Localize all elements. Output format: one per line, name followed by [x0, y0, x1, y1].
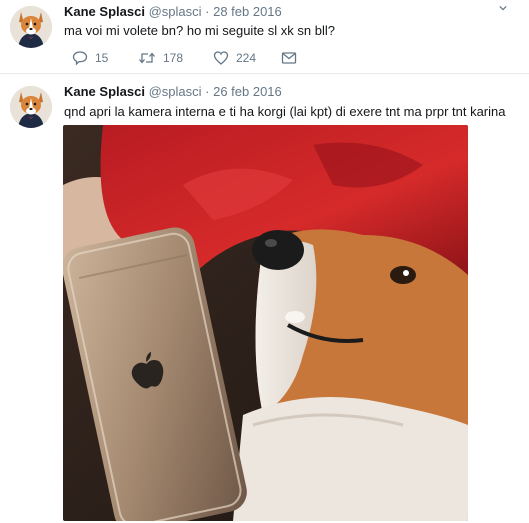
reply-icon: [72, 51, 88, 66]
envelope-icon: [281, 52, 297, 64]
separator-dot: ·: [205, 4, 210, 19]
tweet[interactable]: Kane Splasci @splasci · 28 feb 2016 ma v…: [0, 0, 529, 74]
tweet-date[interactable]: 28 feb 2016: [213, 4, 282, 19]
direct-message-button[interactable]: [281, 50, 297, 66]
chevron-down-icon[interactable]: [499, 4, 507, 12]
tweet[interactable]: Kane Splasci @splasci · 26 feb 2016 qnd …: [0, 74, 529, 523]
author-name[interactable]: Kane Splasci: [64, 84, 145, 99]
tweet-text: ma voi mi volete bn? ho mi seguite sl xk…: [64, 23, 335, 38]
tweet-date[interactable]: 26 feb 2016: [213, 84, 282, 99]
retweet-icon: [139, 52, 155, 64]
tweet-header: Kane Splasci @splasci · 26 feb 2016: [64, 84, 282, 99]
reply-button[interactable]: 15: [72, 50, 108, 66]
author-name[interactable]: Kane Splasci: [64, 4, 145, 19]
heart-icon: [213, 51, 229, 65]
tweet-text: qnd apri la kamera interna e ti ha korgi…: [64, 104, 506, 119]
tweet-photo[interactable]: [63, 125, 468, 521]
like-button[interactable]: 224: [213, 50, 256, 66]
reply-count: 15: [95, 51, 109, 65]
author-handle[interactable]: @splasci: [149, 4, 202, 19]
retweet-count: 178: [163, 51, 184, 65]
separator-dot: ·: [205, 84, 210, 99]
author-handle[interactable]: @splasci: [149, 84, 202, 99]
tweet-header: Kane Splasci @splasci · 28 feb 2016: [64, 4, 282, 19]
avatar[interactable]: [10, 86, 52, 128]
avatar[interactable]: [10, 6, 52, 48]
retweet-button[interactable]: 178: [138, 50, 183, 66]
like-count: 224: [236, 51, 257, 65]
